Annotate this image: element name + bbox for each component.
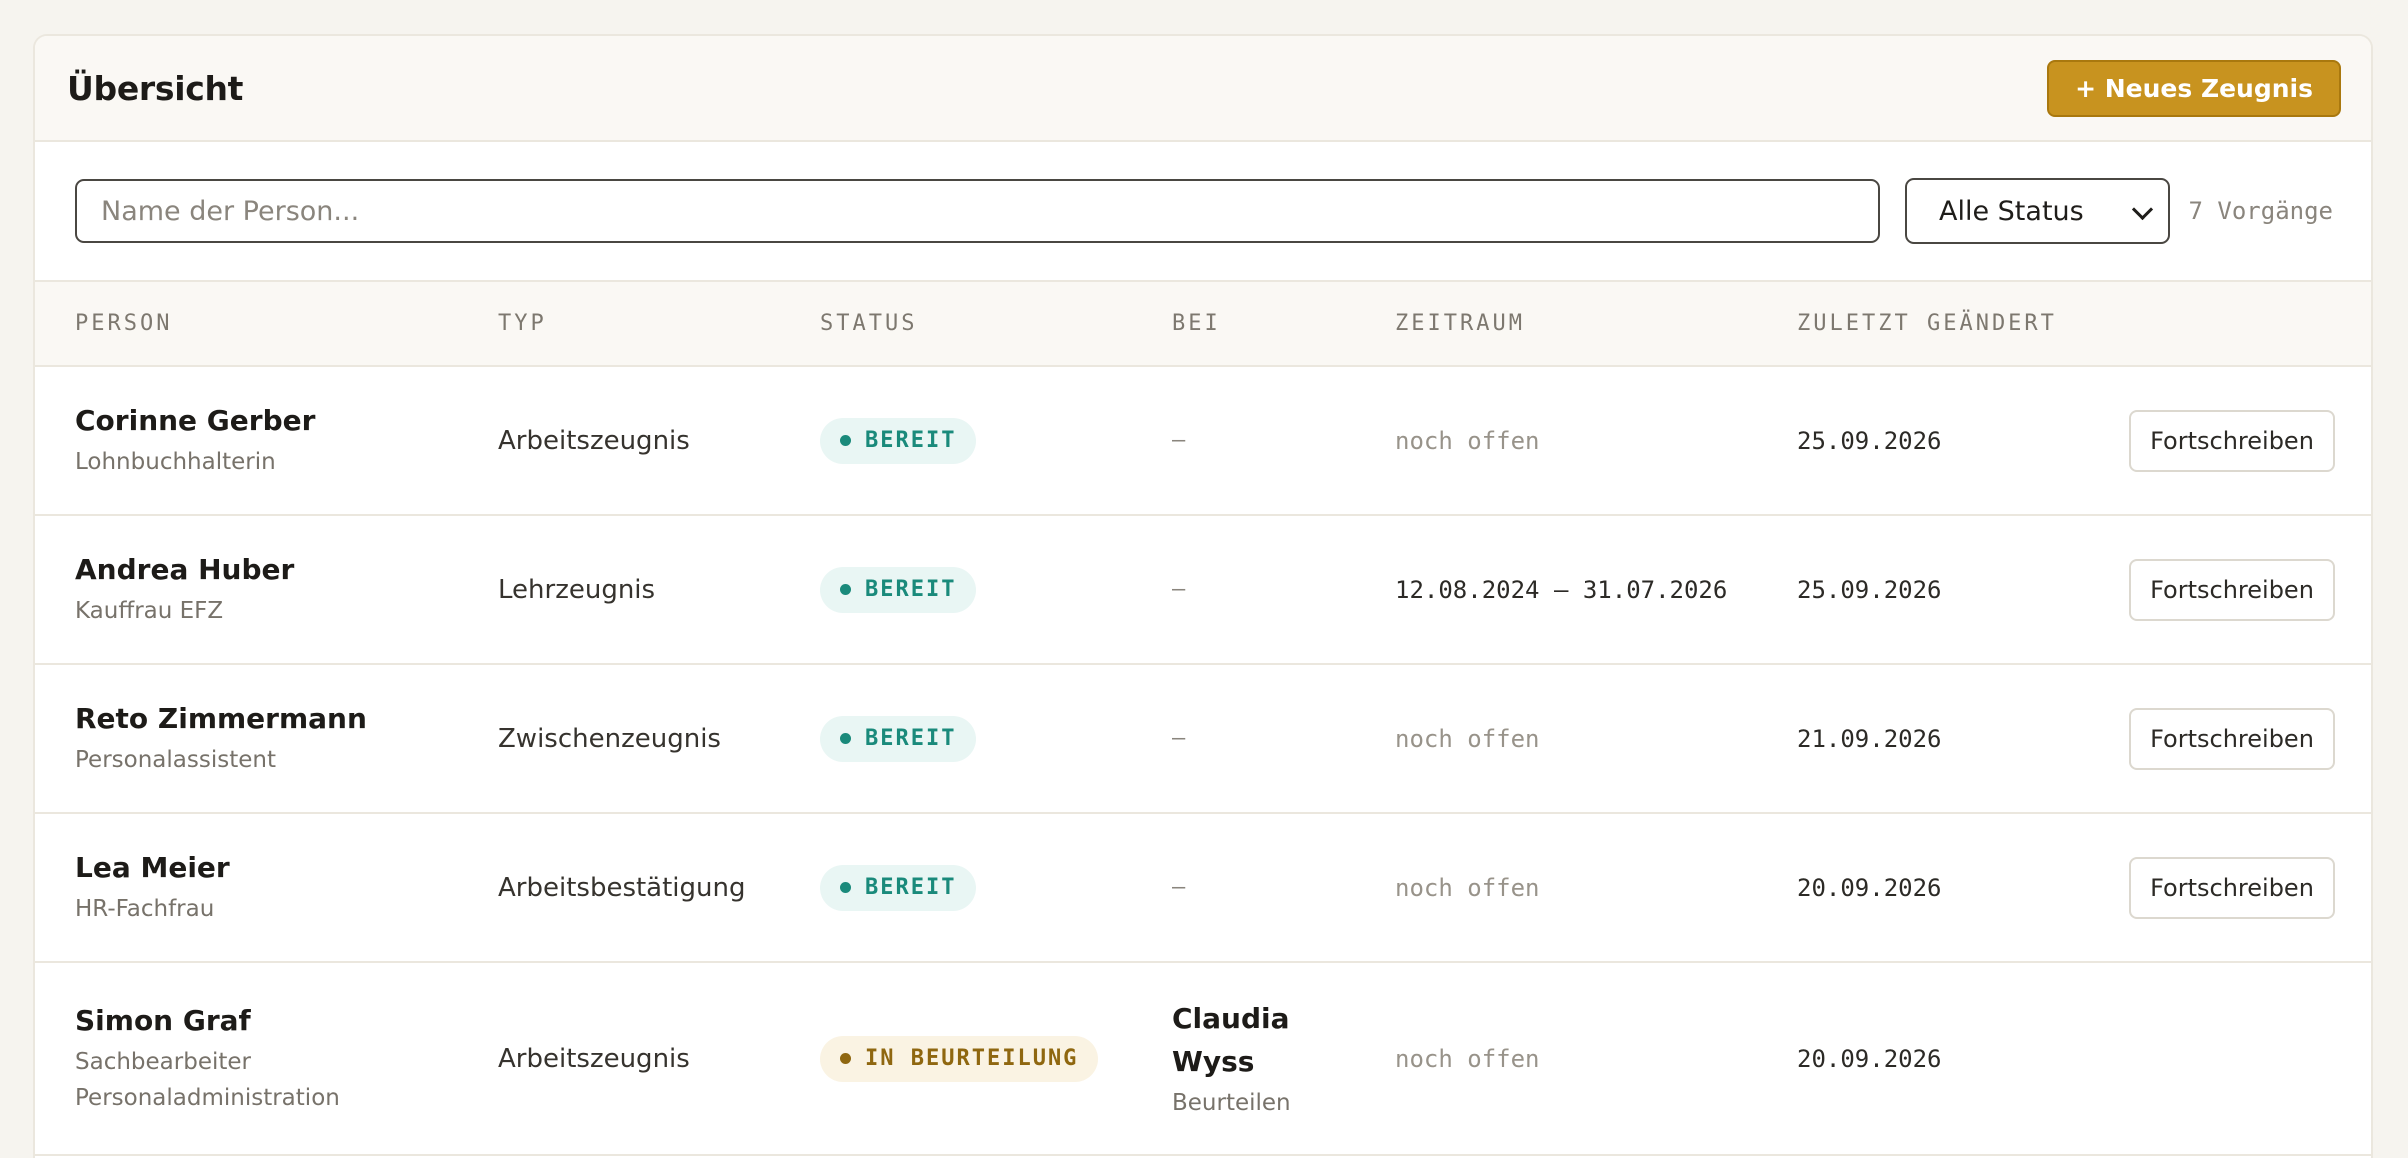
continue-button[interactable]: Fortschreiben <box>2129 856 2335 919</box>
assignee: — <box>1172 726 1186 751</box>
overview-card: Übersicht + Neues Zeugnis Alle Status 7 … <box>33 34 2373 1158</box>
column-header-period[interactable]: ZEITRAUM <box>1395 282 1797 367</box>
card-header: Übersicht + Neues Zeugnis <box>35 36 2371 142</box>
person-name[interactable]: Andrea Huber <box>75 551 498 589</box>
person-role: Sachbearbeiter Personaladministration <box>75 1048 340 1111</box>
status-dot-icon <box>840 584 851 595</box>
status-label: BEREIT <box>865 726 957 751</box>
period: noch offen <box>1395 426 1540 455</box>
new-certificate-button[interactable]: + Neues Zeugnis <box>2047 59 2341 117</box>
status-badge: BEREIT <box>820 864 977 911</box>
table-row[interactable]: Lea Meier HR-Fachfrau Arbeitsbestätigung… <box>35 813 2371 963</box>
period: noch offen <box>1395 1044 1540 1073</box>
assignee: — <box>1172 875 1186 900</box>
assignee-action: Beurteilen <box>1172 1089 1291 1116</box>
person-role: Personalassistent <box>75 746 276 773</box>
row-action-empty <box>2129 962 2371 1156</box>
table-row[interactable]: Andrea Huber Kauffrau EFZ Lehrzeugnis BE… <box>35 515 2371 665</box>
certificate-type: Lehrzeugnis <box>498 574 656 605</box>
continue-button[interactable]: Fortschreiben <box>2129 558 2335 621</box>
column-header-assignee[interactable]: BEI <box>1172 282 1395 367</box>
page-title: Übersicht <box>67 68 244 108</box>
table-header-row: PERSON TYP STATUS BEI ZEITRAUM ZULETZT G… <box>35 282 2371 367</box>
person-name[interactable]: Corinne Gerber <box>75 402 498 440</box>
status-badge: BEREIT <box>820 417 977 464</box>
status-dot-icon <box>840 733 851 744</box>
filter-toolbar: Alle Status 7 Vorgänge <box>35 142 2371 282</box>
assignee-name: Claudia Wyss <box>1172 1001 1290 1078</box>
last-changed-date: 25.09.2026 <box>1797 426 1942 455</box>
last-changed-date: 25.09.2026 <box>1797 575 1942 604</box>
last-changed-date: 21.09.2026 <box>1797 724 1942 753</box>
person-role: Kauffrau EFZ <box>75 597 224 624</box>
assignee: — <box>1172 428 1186 453</box>
record-count: 7 Vorgänge <box>2188 197 2334 225</box>
status-dot-icon <box>840 882 851 893</box>
status-badge: BEREIT <box>820 566 977 613</box>
table-row[interactable]: Reto Zimmermann Personalassistent Zwisch… <box>35 664 2371 814</box>
certificate-type: Arbeitszeugnis <box>498 425 690 456</box>
column-header-type[interactable]: TYP <box>498 282 820 367</box>
person-name[interactable]: Simon Graf <box>75 1002 498 1040</box>
table-row[interactable]: Corinne Gerber Lohnbuchhalterin Arbeitsz… <box>35 366 2371 516</box>
person-role: HR-Fachfrau <box>75 895 215 922</box>
column-header-changed[interactable]: ZULETZT GEÄNDERT <box>1797 282 2129 367</box>
status-label: BEREIT <box>865 577 957 602</box>
status-filter-select[interactable]: Alle Status <box>1905 178 2170 244</box>
period: 12.08.2024 – 31.07.2026 <box>1395 575 1728 604</box>
status-dot-icon <box>840 1053 851 1064</box>
certificates-table: PERSON TYP STATUS BEI ZEITRAUM ZULETZT G… <box>35 282 2371 1156</box>
person-name[interactable]: Reto Zimmermann <box>75 700 498 738</box>
status-filter-value: Alle Status <box>1939 195 2084 227</box>
person-search-input[interactable] <box>75 179 1880 243</box>
last-changed-date: 20.09.2026 <box>1797 1044 1942 1073</box>
status-dot-icon <box>840 435 851 446</box>
chevron-down-icon <box>2131 198 2154 221</box>
status-badge: BEREIT <box>820 715 977 762</box>
certificate-type: Arbeitsbestätigung <box>498 872 746 903</box>
continue-button[interactable]: Fortschreiben <box>2129 707 2335 770</box>
period: noch offen <box>1395 873 1540 902</box>
last-changed-date: 20.09.2026 <box>1797 873 1942 902</box>
period: noch offen <box>1395 724 1540 753</box>
column-header-action <box>2129 282 2371 367</box>
column-header-person[interactable]: PERSON <box>35 282 498 367</box>
certificate-type: Zwischenzeugnis <box>498 723 721 754</box>
column-header-status[interactable]: STATUS <box>820 282 1172 367</box>
assignee: — <box>1172 577 1186 602</box>
person-name[interactable]: Lea Meier <box>75 849 498 887</box>
continue-button[interactable]: Fortschreiben <box>2129 409 2335 472</box>
status-label: BEREIT <box>865 875 957 900</box>
status-label: IN BEURTEILUNG <box>865 1046 1079 1071</box>
status-badge: IN BEURTEILUNG <box>820 1035 1099 1082</box>
status-label: BEREIT <box>865 428 957 453</box>
table-row[interactable]: Simon Graf Sachbearbeiter Personaladmini… <box>35 962 2371 1156</box>
certificate-type: Arbeitszeugnis <box>498 1043 690 1074</box>
person-role: Lohnbuchhalterin <box>75 448 276 475</box>
